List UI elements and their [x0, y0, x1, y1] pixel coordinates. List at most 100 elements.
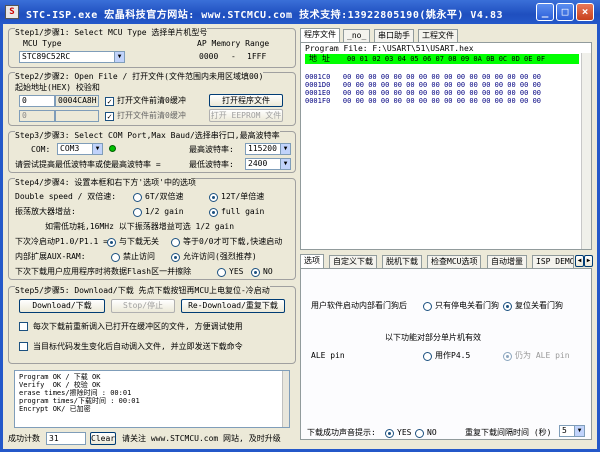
- p1-zero-radio[interactable]: [171, 238, 180, 247]
- gain-half-radio[interactable]: [133, 208, 142, 217]
- maximize-button[interactable]: □: [556, 3, 574, 21]
- step4-title: Step4/步骤4: 设置本框和右下方'选项'中的选项: [15, 178, 196, 188]
- flash-no-radio[interactable]: [251, 268, 260, 277]
- app-icon[interactable]: S: [5, 5, 19, 19]
- speed-12t-radio[interactable]: [209, 193, 218, 202]
- close-button[interactable]: ×: [576, 3, 594, 21]
- min-baud-select[interactable]: 2400 ▼: [245, 158, 291, 170]
- download-button[interactable]: Download/下载: [19, 299, 105, 313]
- flash-no-label: NO: [263, 267, 273, 276]
- clear-count-button[interactable]: Clear: [90, 432, 116, 445]
- hex-row: 0001C0 00 00 00 00 00 00 00 00 00 00 00 …: [305, 73, 542, 81]
- window-title: STC-ISP.exe 宏晶科技官方网站: www.STCMCU.com 技术支…: [26, 10, 504, 21]
- tab-project-file[interactable]: 工程文件: [418, 29, 458, 42]
- gain-full-radio[interactable]: [209, 208, 218, 217]
- aux-enable-radio[interactable]: [171, 253, 180, 262]
- min-baud-label: 最低波特率:: [189, 160, 234, 169]
- interval-select[interactable]: 5 ▼: [559, 425, 585, 437]
- tab-scroll-right-button[interactable]: ▶: [584, 255, 593, 267]
- sound-no-label: NO: [427, 428, 437, 437]
- p1-any-label: 与下载无关: [119, 237, 159, 246]
- addr-header: 地 址: [309, 54, 330, 63]
- log-line: program times/下载时间 : 00:01: [19, 397, 140, 405]
- hex-row: 0001E0 00 00 00 00 00 00 00 00 00 00 00 …: [305, 89, 542, 97]
- tab-options[interactable]: 选项: [300, 254, 324, 268]
- tab-scroll-left-button[interactable]: ◀: [575, 255, 584, 267]
- start-addr-label: 起始地址(HEX) 校验和: [15, 83, 100, 92]
- auto-reload-checkbox[interactable]: [19, 342, 28, 351]
- wdt-reset-label: 复位关看门狗: [515, 301, 563, 310]
- open-eeprom-file-button[interactable]: 打开 EEPROM 文件: [209, 109, 283, 122]
- max-baud-select[interactable]: 115200 ▼: [245, 143, 291, 155]
- log-line: Verify OK / 校验 OK: [19, 381, 101, 389]
- options-panel: 用户软件启动内部看门狗后 只有停电关看门狗 复位关看门狗 以下功能对部分单片机有…: [300, 268, 592, 440]
- interval-label: 重复下载间隔时间 (秒): [465, 428, 552, 437]
- step3-group: Step3/步骤3: Select COM Port,Max Baud/选择串行…: [8, 131, 296, 173]
- p1-zero-label: 等于0/0才可下载,快速启动: [183, 237, 283, 246]
- hex-scrollbar[interactable]: [581, 53, 591, 249]
- log-panel[interactable]: Program OK / 下载 OK Verify OK / 校验 OK era…: [14, 370, 290, 428]
- port-status-indicator: [109, 145, 116, 152]
- tab-auto-increment[interactable]: 自动增量: [487, 255, 527, 268]
- checksum-2: [55, 110, 99, 122]
- osc-gain-label: 振荡放大器增益:: [15, 207, 76, 216]
- max-baud-label: 最高波特率:: [189, 145, 234, 154]
- tab-serial-helper[interactable]: 串口助手: [374, 29, 414, 42]
- hex-header: 地 址 00 01 02 03 04 05 06 07 08 09 0A 0B …: [305, 54, 579, 64]
- sound-no-radio[interactable]: [415, 429, 424, 438]
- gain-full-label: full gain: [221, 207, 265, 216]
- sound-yes-radio[interactable]: [385, 429, 394, 438]
- com-port-select[interactable]: COM3 ▼: [57, 143, 103, 155]
- chevron-down-icon: ▼: [574, 426, 584, 436]
- chevron-down-icon: ▼: [92, 144, 102, 154]
- open-program-file-button[interactable]: 打开程序文件: [209, 94, 283, 107]
- redownload-button[interactable]: Re-Download/重复下载: [181, 299, 285, 313]
- aux-disable-radio[interactable]: [111, 253, 120, 262]
- speed-12t-label: 12T/单倍速: [221, 192, 265, 201]
- com-label: COM:: [31, 145, 51, 154]
- wdt-poweroff-radio[interactable]: [423, 302, 432, 311]
- flash-yes-label: YES: [229, 267, 244, 276]
- hex-row: 0001F0 00 00 00 00 00 00 00 00 00 00 00 …: [305, 97, 542, 105]
- step5-title: Step5/步骤5: Download/下载 先点下载按钮再MCU上电复位-冷启…: [15, 286, 270, 296]
- ale-p45-radio[interactable]: [423, 352, 432, 361]
- clear-buffer-checkbox-1[interactable]: ✓: [105, 97, 114, 106]
- speed-6t-radio[interactable]: [133, 193, 142, 202]
- mem-end: 1FFF: [247, 52, 267, 61]
- mem-dash: -: [231, 52, 236, 61]
- try-baud-label: 请尝试提高最低波特率或使最高波特率 =: [15, 160, 161, 169]
- log-scrollbar[interactable]: [282, 371, 289, 427]
- log-line: erase times/擦除时间 : 00:01: [19, 389, 132, 397]
- mcu-type-label: MCU Type: [23, 39, 62, 48]
- step5-group: Step5/步骤5: Download/下载 先点下载按钮再MCU上电复位-冷启…: [8, 286, 296, 364]
- flash-yes-radio[interactable]: [217, 268, 226, 277]
- mcu-type-select[interactable]: STC89C52RC ▼: [19, 51, 125, 63]
- success-count-label: 成功计数: [8, 434, 40, 443]
- program-file-path: Program File: F:\USART\51\USART.hex: [305, 44, 474, 53]
- ale-pin-radio[interactable]: [503, 352, 512, 361]
- stop-button[interactable]: Stop/停止: [111, 299, 175, 313]
- p1-any-radio[interactable]: [107, 238, 116, 247]
- clear-buffer-label-1: 打开文件前清0缓冲: [117, 96, 186, 105]
- wdt-reset-radio[interactable]: [503, 302, 512, 311]
- clear-buffer-checkbox-2[interactable]: ✓: [105, 112, 114, 121]
- auto-reload-label: 当目标代码发生变化后自动调入文件, 并立即发送下载命令: [33, 342, 243, 351]
- tab-isp-demo[interactable]: ISP DEMO: [532, 255, 574, 268]
- flash-erase-label: 下次下载用户应用程序时将数据Flash区一并擦除: [15, 267, 192, 276]
- minimize-button[interactable]: _: [536, 3, 554, 21]
- step1-group: Step1/步骤1: Select MCU Type 选择单片机型号 MCU T…: [8, 28, 296, 68]
- hex-row: 0001D0 00 00 00 00 00 00 00 00 00 00 00 …: [305, 81, 542, 89]
- tab-custom-download[interactable]: 自定义下载: [329, 255, 377, 268]
- double-speed-label: Double speed / 双倍速:: [15, 192, 117, 201]
- ale-p45-label: 用作P4.5: [435, 351, 471, 360]
- speed-6t-label: 6T/双倍速: [145, 192, 184, 201]
- clear-buffer-label-2: 打开文件前清0缓冲: [117, 111, 186, 120]
- addr-input-1[interactable]: 0: [19, 95, 55, 107]
- tab-no[interactable]: _no_: [343, 29, 371, 42]
- aux-disable-label: 禁止访问: [123, 252, 155, 261]
- tab-program-file[interactable]: 程序文件: [300, 28, 340, 42]
- tab-check-mcu[interactable]: 检查MCU选项: [427, 255, 482, 268]
- reload-before-download-checkbox[interactable]: [19, 322, 28, 331]
- tab-offline-download[interactable]: 脱机下载: [382, 255, 422, 268]
- addr-input-2[interactable]: 0: [19, 110, 55, 122]
